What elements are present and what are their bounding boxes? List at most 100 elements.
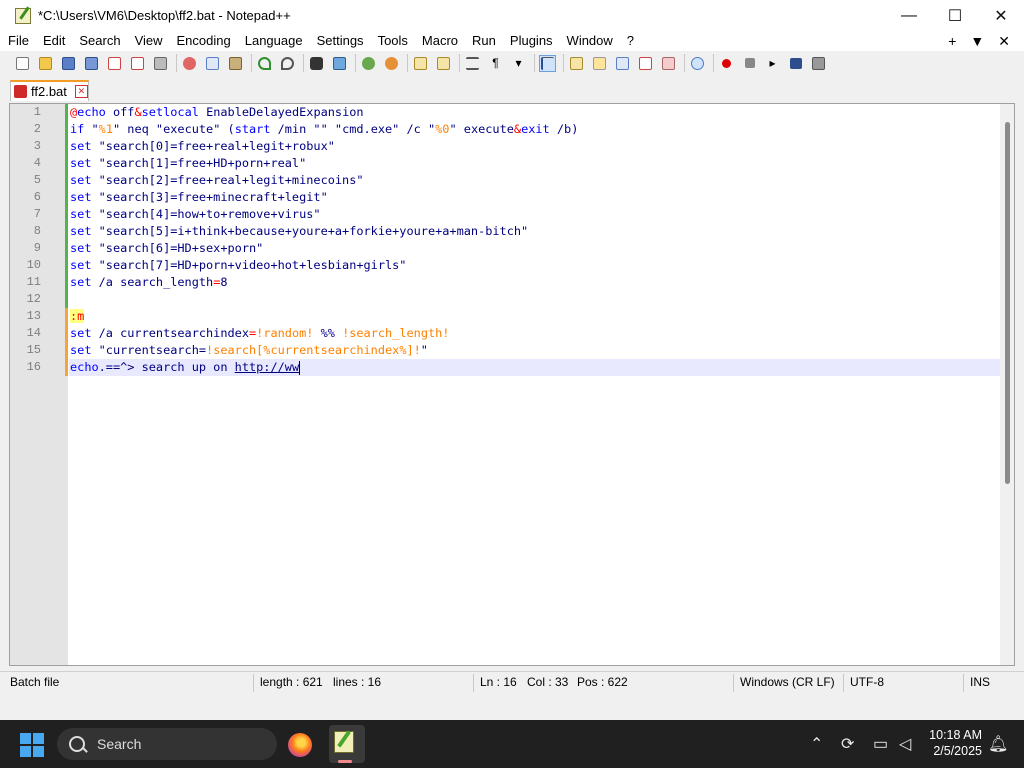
show-all-characters-icon[interactable]: ¶ — [487, 55, 504, 72]
sync-horizontal-icon[interactable] — [435, 55, 452, 72]
menu-view[interactable]: View — [128, 31, 170, 51]
clock-date: 2/5/2025 — [933, 744, 982, 758]
windows-start-icon[interactable] — [20, 733, 44, 757]
code-line[interactable]: set "search[0]=free+real+legit+robux" — [69, 138, 1000, 155]
user-language-icon[interactable] — [568, 55, 585, 72]
zoom-in-icon[interactable] — [360, 55, 377, 72]
code-token: 8 — [220, 275, 228, 289]
code-line[interactable]: set "search[3]=free+minecraft+legit" — [69, 189, 1000, 206]
vertical-scrollbar[interactable] — [1000, 104, 1014, 665]
macro-record-icon[interactable] — [718, 55, 735, 72]
toolbar-separator — [563, 54, 564, 72]
code-line[interactable]: set "search[4]=how+to+remove+virus" — [69, 206, 1000, 223]
chevron-up-icon[interactable]: ⌃ — [810, 734, 823, 754]
macro-play-icon[interactable]: ▸ — [764, 55, 781, 72]
cut-icon[interactable] — [181, 55, 198, 72]
indent-guide-dropdown-icon[interactable]: ▾ — [510, 55, 527, 72]
macro-save-icon[interactable] — [810, 55, 827, 72]
monitoring-eye-icon[interactable] — [689, 55, 706, 72]
code-line[interactable]: set "search[7]=HD+porn+video+hot+lesbian… — [69, 257, 1000, 274]
code-line[interactable]: set "currentsearch=!search[%currentsearc… — [69, 342, 1000, 359]
zoom-out-icon[interactable] — [383, 55, 400, 72]
print-icon[interactable] — [152, 55, 169, 72]
copy-icon[interactable] — [204, 55, 221, 72]
open-file-icon[interactable] — [37, 55, 54, 72]
menu-language[interactable]: Language — [238, 31, 310, 51]
function-list-icon[interactable] — [637, 55, 654, 72]
current-code-line[interactable]: echo.==^> search up on http://ww — [69, 359, 1000, 376]
toolbar-separator — [534, 54, 535, 72]
document-list-icon[interactable] — [614, 55, 631, 72]
document-map-icon[interactable] — [591, 55, 608, 72]
code-line[interactable]: set "search[5]=i+think+because+youre+a+f… — [69, 223, 1000, 240]
tab-ff2-bat[interactable]: ff2.bat ✕ — [10, 80, 89, 101]
undo-icon[interactable] — [256, 55, 273, 72]
save-all-icon[interactable] — [83, 55, 100, 72]
folder-as-workspace-icon[interactable] — [660, 55, 677, 72]
status-eol[interactable]: Windows (CR LF) — [740, 675, 835, 689]
menu-edit[interactable]: Edit — [36, 31, 72, 51]
menu-tools[interactable]: Tools — [371, 31, 415, 51]
replace-icon[interactable] — [331, 55, 348, 72]
menu-macro[interactable]: Macro — [415, 31, 465, 51]
redo-icon[interactable] — [279, 55, 296, 72]
code-line[interactable]: set "search[6]=HD+sex+porn" — [69, 240, 1000, 257]
code-line[interactable] — [69, 291, 1000, 308]
notification-bell-icon[interactable]: 🔔︎ — [988, 734, 1008, 754]
close-all-icon[interactable] — [129, 55, 146, 72]
paste-icon[interactable] — [227, 55, 244, 72]
tab-close-icon[interactable]: ✕ — [74, 85, 88, 98]
code-line[interactable]: :m — [69, 308, 1000, 325]
macro-stop-icon[interactable] — [741, 55, 758, 72]
close-button[interactable]: ✕ — [978, 0, 1024, 31]
update-sync-icon[interactable]: ⟳ — [841, 734, 854, 754]
menu-file[interactable]: File — [0, 31, 36, 51]
status-encoding[interactable]: UTF-8 — [850, 675, 884, 689]
tab-list-dropdown-icon[interactable]: ▼ — [970, 33, 984, 49]
line-number: 10 — [26, 258, 41, 272]
code-line[interactable]: @echo off&setlocal EnableDelayedExpansio… — [69, 104, 1000, 121]
menu-run[interactable]: Run — [465, 31, 503, 51]
code-token: set — [70, 139, 92, 153]
search-icon — [69, 736, 85, 752]
code-line[interactable]: if "%1" neq "execute" (start /min "" "cm… — [69, 121, 1000, 138]
code-line[interactable]: set /a currentsearchindex=!random! %% !s… — [69, 325, 1000, 342]
code-editor[interactable]: 1 2 3 4 5 6 7 8 9 10 11 12 13 14 15 16 @echo off&setloc… — [9, 103, 1015, 666]
menu-encoding[interactable]: Encoding — [170, 31, 238, 51]
code-token: .==^> search up on — [98, 360, 235, 374]
menu-window[interactable]: Window — [560, 31, 620, 51]
network-icon[interactable]: ▭ — [873, 734, 888, 754]
sync-vertical-icon[interactable] — [412, 55, 429, 72]
macro-run-multiple-icon[interactable] — [787, 55, 804, 72]
new-file-icon[interactable] — [14, 55, 31, 72]
close-file-icon[interactable] — [106, 55, 123, 72]
word-wrap-icon[interactable] — [464, 55, 481, 72]
code-line[interactable]: set "search[1]=free+HD+porn+real" — [69, 155, 1000, 172]
menu-plugins[interactable]: Plugins — [503, 31, 560, 51]
menu-help[interactable]: ? — [620, 31, 641, 51]
clock-time: 10:18 AM — [929, 728, 982, 742]
minimize-button[interactable]: — — [886, 0, 932, 31]
code-line[interactable]: set "search[2]=free+real+legit+minecoins… — [69, 172, 1000, 189]
code-token: set — [70, 326, 92, 340]
code-area[interactable]: @echo off&setlocal EnableDelayedExpansio… — [69, 104, 1000, 665]
firefox-icon[interactable] — [288, 733, 312, 757]
find-icon[interactable] — [308, 55, 325, 72]
menu-search[interactable]: Search — [72, 31, 127, 51]
maximize-button[interactable]: ☐ — [932, 0, 978, 31]
taskbar-search-box[interactable]: Search — [57, 728, 277, 760]
code-line[interactable]: set /a search_length=8 — [69, 274, 1000, 291]
volume-muted-icon[interactable]: ◁ — [899, 734, 911, 754]
clock[interactable]: 10:18 AM 2/5/2025 — [929, 727, 982, 759]
line-number: 4 — [33, 156, 41, 170]
title-bar[interactable]: *C:\Users\VM6\Desktop\ff2.bat - Notepad+… — [0, 0, 1024, 31]
new-tab-plus-icon[interactable]: + — [948, 33, 956, 49]
save-icon[interactable] — [60, 55, 77, 72]
close-document-icon[interactable]: ✕ — [998, 33, 1010, 50]
status-insert-mode[interactable]: INS — [970, 675, 990, 689]
scrollbar-thumb[interactable] — [1005, 122, 1010, 484]
code-token: /b) — [549, 122, 579, 136]
menu-settings[interactable]: Settings — [310, 31, 371, 51]
indent-guide-icon[interactable] — [539, 54, 556, 72]
code-token: set — [70, 207, 92, 221]
